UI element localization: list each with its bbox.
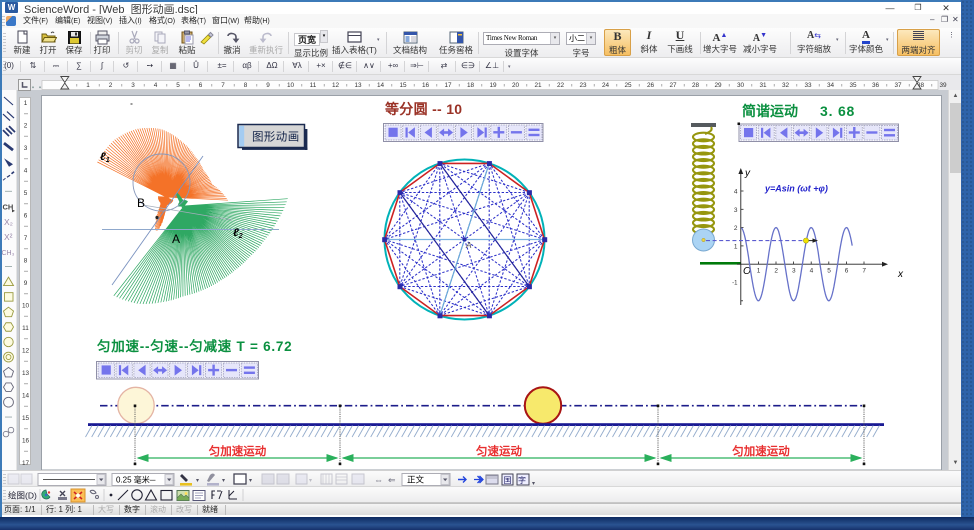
svg-text:2: 2 [109, 82, 113, 89]
svg-text:15: 15 [22, 415, 30, 422]
svg-text:15: 15 [399, 82, 407, 89]
svg-text:10: 10 [287, 82, 295, 89]
svg-text:7: 7 [24, 235, 28, 242]
svg-text:26: 26 [647, 82, 655, 89]
svg-text:2: 2 [774, 268, 778, 275]
svg-text:10: 10 [22, 302, 30, 309]
svg-text:1: 1 [757, 268, 761, 275]
svg-text:3: 3 [792, 268, 796, 275]
svg-text:36: 36 [872, 82, 880, 89]
svg-text:匀速运动: 匀速运动 [476, 444, 522, 458]
svg-text:5: 5 [24, 190, 28, 197]
svg-text:匀加速运动: 匀加速运动 [209, 444, 267, 458]
svg-text:39: 39 [939, 82, 947, 89]
svg-text:4: 4 [810, 268, 814, 275]
svg-text:▾: ▾ [309, 478, 312, 484]
svg-text:24: 24 [602, 82, 610, 89]
svg-text:图形动画: 图形动画 [252, 131, 300, 144]
svg-text:正文: 正文 [407, 475, 425, 485]
svg-text:1: 1 [24, 100, 28, 107]
svg-text:35: 35 [849, 82, 857, 89]
svg-text:4: 4 [734, 189, 738, 196]
svg-text:18: 18 [467, 82, 475, 89]
svg-text:▾: ▾ [222, 478, 225, 484]
svg-text:3. 68: 3. 68 [820, 103, 855, 119]
svg-text:7: 7 [862, 268, 866, 275]
svg-text:9: 9 [266, 82, 270, 89]
svg-text:2: 2 [734, 225, 738, 232]
svg-text:A: A [172, 232, 180, 246]
svg-text:27: 27 [669, 82, 677, 89]
svg-text:匀加速--匀速--匀减速 T = 6.72: 匀加速--匀速--匀减速 T = 6.72 [97, 338, 292, 354]
svg-text:3: 3 [131, 82, 135, 89]
svg-text:y: y [744, 168, 751, 179]
svg-text:4: 4 [24, 167, 28, 174]
svg-text:28: 28 [692, 82, 700, 89]
svg-text:33: 33 [804, 82, 812, 89]
svg-text:11: 11 [22, 325, 29, 332]
svg-text:17: 17 [22, 460, 30, 466]
svg-text:4: 4 [154, 82, 158, 89]
svg-text:8: 8 [244, 82, 248, 89]
svg-text:8: 8 [24, 257, 28, 264]
svg-text:2: 2 [24, 122, 28, 129]
svg-text:17: 17 [444, 82, 452, 89]
svg-text:1: 1 [86, 82, 90, 89]
svg-text:13: 13 [22, 370, 30, 377]
svg-text:绘图(D): 绘图(D) [8, 491, 37, 501]
svg-text:x: x [897, 269, 904, 280]
svg-text:34: 34 [827, 82, 835, 89]
svg-text:3: 3 [734, 207, 738, 214]
svg-text:CH₃: CH₃ [2, 250, 15, 257]
svg-text:CH: CH [3, 202, 14, 211]
svg-text:6: 6 [199, 82, 203, 89]
svg-text:X²: X² [4, 232, 13, 242]
svg-text:20: 20 [512, 82, 520, 89]
svg-text:21: 21 [534, 82, 542, 89]
svg-text:16: 16 [22, 437, 30, 444]
svg-text:30: 30 [737, 82, 745, 89]
svg-text:25: 25 [624, 82, 632, 89]
svg-text:匀加速运动: 匀加速运动 [732, 444, 790, 458]
svg-text:3: 3 [24, 145, 28, 152]
svg-text:A: A [465, 240, 472, 250]
svg-text:国: 国 [504, 476, 512, 485]
svg-text:⇔: ⇔ [374, 475, 383, 485]
svg-text:23: 23 [579, 82, 587, 89]
svg-text:22: 22 [557, 82, 565, 89]
svg-text:16: 16 [422, 82, 430, 89]
svg-text:▾: ▾ [196, 478, 199, 484]
svg-text:12: 12 [332, 82, 340, 89]
svg-text:6: 6 [24, 212, 28, 219]
svg-text:X₂: X₂ [4, 217, 13, 227]
svg-text:37: 37 [894, 82, 902, 89]
svg-text:等分圆 -- 10: 等分圆 -- 10 [385, 101, 462, 117]
svg-text:-1: -1 [732, 281, 738, 287]
svg-text:▾: ▾ [249, 478, 252, 484]
svg-text:字: 字 [518, 475, 526, 485]
svg-text:14: 14 [377, 82, 385, 89]
svg-text:12: 12 [22, 347, 30, 354]
svg-text:⇐: ⇐ [388, 475, 396, 485]
svg-text:6: 6 [845, 268, 849, 275]
svg-text:29: 29 [714, 82, 722, 89]
svg-text:5: 5 [176, 82, 180, 89]
svg-text:y=Asin (ωt +φ): y=Asin (ωt +φ) [764, 184, 828, 194]
svg-text:14: 14 [22, 392, 30, 399]
svg-text:7: 7 [221, 82, 225, 89]
svg-text:1: 1 [734, 243, 738, 250]
svg-text:B: B [137, 196, 145, 210]
svg-text:5: 5 [827, 268, 831, 275]
svg-text:19: 19 [489, 82, 497, 89]
svg-text:简谐运动: 简谐运动 [742, 103, 798, 119]
svg-text:32: 32 [782, 82, 790, 89]
svg-text:9: 9 [24, 280, 28, 287]
svg-text:31: 31 [759, 82, 767, 89]
svg-text:13: 13 [354, 82, 362, 89]
svg-text:0.25 毫米─: 0.25 毫米─ [116, 475, 156, 485]
svg-text:11: 11 [310, 82, 317, 89]
